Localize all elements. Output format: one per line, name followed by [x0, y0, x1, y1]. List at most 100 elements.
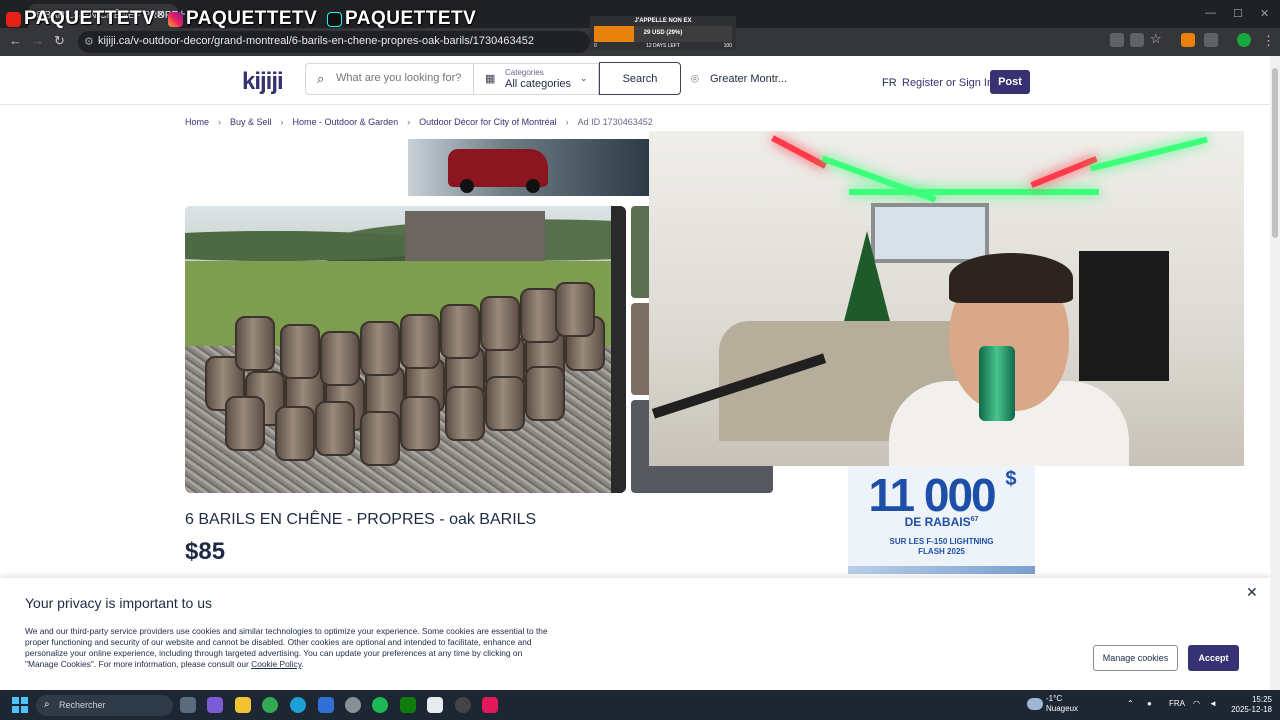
menu-icon[interactable]: ⋮: [1262, 33, 1275, 49]
cast-icon[interactable]: [1110, 33, 1124, 47]
sub-goal-max: 100: [723, 43, 732, 49]
youtube-icon: [6, 11, 21, 27]
privacy-banner: Your privacy is important to us We and o…: [0, 578, 1270, 690]
obs-icon[interactable]: [455, 697, 471, 713]
brand-label: PAQUETTETV: [186, 8, 318, 29]
barrel: [400, 314, 440, 369]
grid-icon: ▦: [485, 73, 496, 85]
address-bar[interactable]: ⚙ kijiji.ca/v-outdoor-decor/grand-montre…: [78, 31, 590, 53]
ad-line2: FLASH 2025: [918, 547, 965, 556]
windows-taskbar: ⌕ Rechercher -1°C Nuageux ⌃ ● FRA ◠ ◄ 15…: [0, 690, 1280, 720]
breadcrumb-buy-sell[interactable]: Buy & Sell: [230, 117, 272, 127]
volume-icon[interactable]: ◄: [1209, 699, 1217, 708]
category-value: All categories: [505, 78, 572, 90]
location-selector[interactable]: Greater Montr...: [710, 73, 787, 85]
ad-line1: SUR LES F-150 LIGHTNING: [889, 537, 994, 546]
ad-ford-f150[interactable]: 11 000 $ DE RABAIS67 SUR LES F-150 LIGHT…: [848, 466, 1035, 574]
barrel: [520, 288, 560, 343]
register-signin-link[interactable]: Register or Sign In: [902, 77, 993, 89]
ad-band: [848, 566, 1035, 574]
barrel: [280, 324, 320, 379]
site-info-icon[interactable]: ⚙: [84, 35, 94, 48]
taskbar-clock[interactable]: 15:25 2025-12-18: [1228, 695, 1272, 715]
spotify-icon[interactable]: [372, 697, 388, 713]
barrel: [360, 411, 400, 466]
barrel: [235, 316, 275, 371]
location-pin-icon: ⌾: [691, 71, 699, 86]
sub-goal-days: 12 DAYS LEFT: [646, 43, 680, 49]
sub-goal-progress: 29 USD (29%): [643, 30, 683, 36]
breadcrumb-outdoor-decor[interactable]: Outdoor Décor for City of Montréal: [419, 117, 557, 127]
barrel: [360, 321, 400, 376]
taskbar-search[interactable]: ⌕ Rechercher: [36, 695, 173, 716]
weather-widget[interactable]: -1°C Nuageux: [1046, 694, 1078, 714]
breadcrumb-home-outdoor[interactable]: Home - Outdoor & Garden: [293, 117, 399, 127]
search-icon: ⌕: [317, 71, 325, 86]
input-language[interactable]: FRA: [1169, 699, 1185, 708]
cookie-policy-link[interactable]: Cookie Policy: [251, 659, 301, 669]
barrel: [480, 296, 520, 351]
store-icon[interactable]: [427, 697, 443, 713]
photo-edge: [611, 206, 626, 493]
manage-cookies-button[interactable]: Manage cookies: [1093, 645, 1178, 671]
search-input[interactable]: [336, 72, 466, 84]
drink-can: [979, 346, 1015, 421]
translate-icon[interactable]: [1130, 33, 1144, 47]
chevron-right-icon: ›: [218, 117, 222, 127]
weather-cloud-icon[interactable]: [1027, 698, 1043, 710]
tab-close-icon[interactable]: ✕: [156, 8, 165, 21]
barrel: [445, 386, 485, 441]
barrel: [400, 396, 440, 451]
page-scrollbar[interactable]: [1270, 56, 1280, 690]
language-toggle[interactable]: FR: [882, 77, 897, 89]
windows-start-icon[interactable]: [12, 697, 28, 713]
forward-icon[interactable]: →: [31, 33, 44, 48]
breadcrumb-home[interactable]: Home: [185, 117, 209, 127]
ad-rabais: DE RABAIS67: [848, 515, 1035, 529]
maximize-icon[interactable]: ☐: [1233, 7, 1243, 20]
chevron-up-icon[interactable]: ⌃: [1127, 699, 1134, 708]
ad-amount: 11 000 $: [848, 468, 1035, 522]
task-view-icon[interactable]: [180, 697, 196, 713]
extension-icon[interactable]: [1181, 33, 1195, 47]
tiktok-brand: PAQUETTETV: [327, 8, 476, 30]
listing-main-photo[interactable]: [185, 206, 626, 493]
back-icon[interactable]: ←: [9, 33, 22, 48]
wifi-icon[interactable]: ◠: [1193, 699, 1200, 708]
settings-gear-icon[interactable]: [345, 697, 361, 713]
ad-amount-value: 11 000: [868, 469, 996, 521]
search-button[interactable]: Search: [599, 62, 681, 95]
xbox-icon[interactable]: [400, 697, 416, 713]
extensions-puzzle-icon[interactable]: [1204, 33, 1218, 47]
category-select[interactable]: ▦ Categories All categories ⌄: [473, 63, 599, 95]
copilot-icon[interactable]: [207, 697, 223, 713]
edge-icon[interactable]: [290, 697, 306, 713]
microphone-icon[interactable]: ●: [1147, 699, 1152, 708]
file-explorer-icon[interactable]: [235, 697, 251, 713]
streamer-hair: [949, 253, 1073, 303]
close-icon[interactable]: ✕: [1246, 584, 1258, 601]
mail-icon[interactable]: [318, 697, 334, 713]
bookmark-star-icon[interactable]: ☆: [1150, 31, 1162, 47]
barrel: [315, 401, 355, 456]
category-label: Categories: [505, 68, 544, 77]
scrollbar-thumb[interactable]: [1272, 68, 1278, 238]
site-header: kijiji ⌕ ▦ Categories All categories ⌄ S…: [0, 56, 1270, 105]
search-icon: ⌕: [44, 699, 50, 710]
kijiji-logo[interactable]: kijiji: [242, 68, 284, 96]
reload-icon[interactable]: ↻: [54, 33, 65, 49]
ad-currency: $: [1005, 468, 1016, 490]
youtube-brand: PAQUETTETV: [6, 8, 155, 30]
ad-banner-car[interactable]: [408, 139, 650, 196]
led-strip: [849, 189, 1099, 195]
barrel: [225, 396, 265, 451]
profile-avatar-icon[interactable]: [1237, 33, 1251, 47]
brand-label: PAQUETTETV: [24, 8, 156, 29]
clock-time: 15:25: [1251, 695, 1272, 704]
app-icon[interactable]: [482, 697, 498, 713]
chrome-icon[interactable]: [262, 697, 278, 713]
close-window-icon[interactable]: ✕: [1260, 7, 1269, 20]
accept-button[interactable]: Accept: [1188, 645, 1239, 671]
post-ad-button[interactable]: Post: [990, 70, 1030, 94]
minimize-icon[interactable]: —: [1205, 7, 1216, 19]
